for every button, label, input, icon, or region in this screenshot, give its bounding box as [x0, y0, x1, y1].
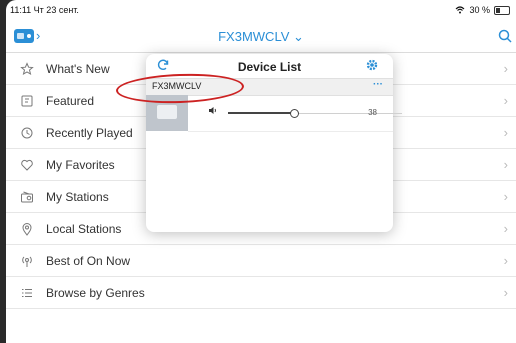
gear-icon[interactable] — [365, 58, 379, 72]
volume-slider-thumb[interactable] — [290, 109, 300, 118]
chevron-right-icon: › — [503, 189, 508, 204]
chevron-right-icon: › — [503, 125, 508, 140]
clock-icon — [21, 127, 33, 138]
menu-item-label: Browse by Genres — [46, 285, 145, 300]
menu-item-label: Recently Played — [46, 125, 133, 140]
volume-value: 38 — [368, 108, 377, 117]
volume-slider-fill — [228, 112, 295, 114]
chevron-right-icon: › — [503, 221, 508, 236]
menu-item-label: What's New — [46, 61, 110, 76]
menu-item-label: Featured — [46, 93, 95, 108]
more-options-icon[interactable]: ··· — [373, 79, 383, 90]
menu-item-label: My Stations — [46, 189, 109, 204]
search-icon[interactable] — [498, 29, 512, 43]
chevron-right-icon: › — [503, 285, 508, 300]
menu-item-best-of-on-now[interactable]: Best of On Now › — [6, 245, 516, 277]
status-time: 11:11 Чт 23 сент. — [10, 5, 79, 15]
device-screen: 11:11 Чт 23 сент. 30 % › FX3MWCLV ⌄ What… — [6, 0, 516, 343]
chevron-right-icon: › — [503, 61, 508, 76]
device-selector-title[interactable]: FX3MWCLV ⌄ — [6, 29, 516, 45]
status-bar: 11:11 Чт 23 сент. 30 % — [6, 0, 516, 20]
broadcast-icon — [22, 256, 32, 267]
chevron-right-icon: › — [503, 157, 508, 172]
location-pin-icon — [22, 222, 32, 236]
menu-item-browse-by-genres[interactable]: Browse by Genres › — [6, 277, 516, 309]
menu-item-label: Local Stations — [46, 221, 122, 236]
battery-percent: 30 % — [469, 5, 490, 15]
nav-bar: › FX3MWCLV ⌄ — [6, 20, 516, 53]
menu-item-label: Best of On Now — [46, 253, 131, 268]
volume-control: 38 — [188, 95, 402, 132]
chevron-right-icon: › — [503, 253, 508, 268]
heart-icon — [21, 159, 33, 171]
radio-icon — [21, 191, 33, 202]
chevron-right-icon: › — [503, 93, 508, 108]
wifi-icon — [456, 6, 465, 14]
speaker-icon — [209, 107, 216, 114]
featured-icon — [21, 95, 33, 106]
menu-item-label: My Favorites — [46, 157, 115, 172]
popover-title: Device List — [237, 60, 302, 74]
status-right-group: 30 % — [455, 5, 510, 15]
radio-device-icon — [157, 105, 177, 119]
battery-icon — [494, 5, 510, 15]
star-icon — [20, 61, 34, 75]
list-icon — [22, 288, 32, 297]
